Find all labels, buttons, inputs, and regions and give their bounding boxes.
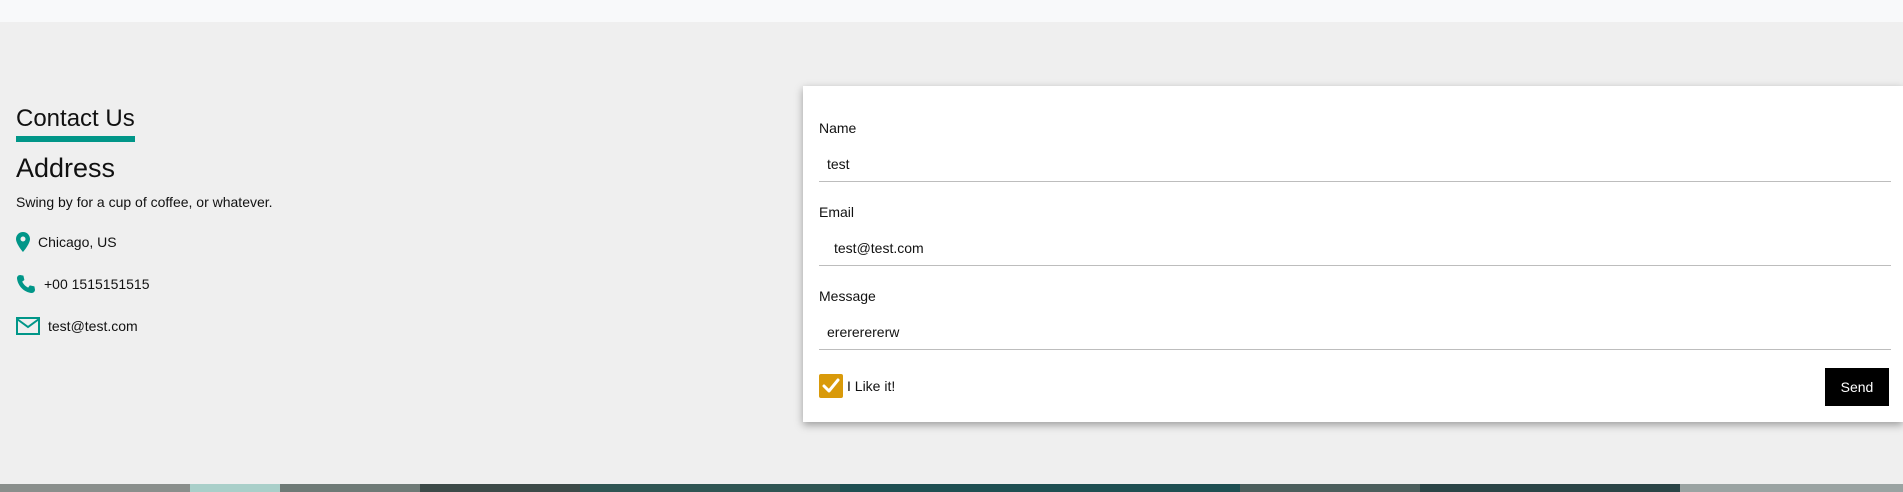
location-row: Chicago, US	[16, 230, 536, 254]
email-row: test@test.com	[16, 314, 536, 338]
envelope-icon	[16, 316, 40, 336]
like-checkbox[interactable]	[819, 374, 843, 398]
send-button[interactable]: Send	[1825, 368, 1889, 406]
address-text: Swing by for a cup of coffee, or whateve…	[16, 194, 273, 210]
email-label: Email	[819, 204, 855, 220]
name-label: Name	[819, 120, 857, 136]
map-marker-icon	[16, 232, 30, 252]
address-heading: Address	[16, 153, 116, 183]
contact-form: Name Email Message I Like it! Send	[803, 86, 1903, 422]
like-checkbox-label: I Like it!	[847, 378, 896, 394]
name-input[interactable]	[819, 146, 1891, 182]
message-input[interactable]	[819, 314, 1891, 350]
message-field-group: Message	[819, 287, 1891, 350]
like-checkbox-row[interactable]: I Like it!	[819, 374, 895, 398]
phone-text: +00 1515151515	[44, 276, 150, 292]
checkmark-icon	[822, 378, 840, 393]
name-field-group: Name	[819, 119, 1891, 182]
email-field-group: Email	[819, 203, 1891, 266]
location-text: Chicago, US	[38, 234, 117, 250]
footer-image-strip	[0, 484, 1903, 492]
contact-title: Contact Us	[16, 104, 135, 142]
email-input[interactable]	[819, 230, 1891, 266]
top-navbar	[0, 0, 1903, 22]
message-label: Message	[819, 288, 876, 304]
phone-icon	[16, 274, 36, 294]
contact-info-section: Contact Us Address Swing by for a cup of…	[16, 104, 536, 338]
email-text: test@test.com	[48, 318, 138, 334]
phone-row: +00 1515151515	[16, 272, 536, 296]
